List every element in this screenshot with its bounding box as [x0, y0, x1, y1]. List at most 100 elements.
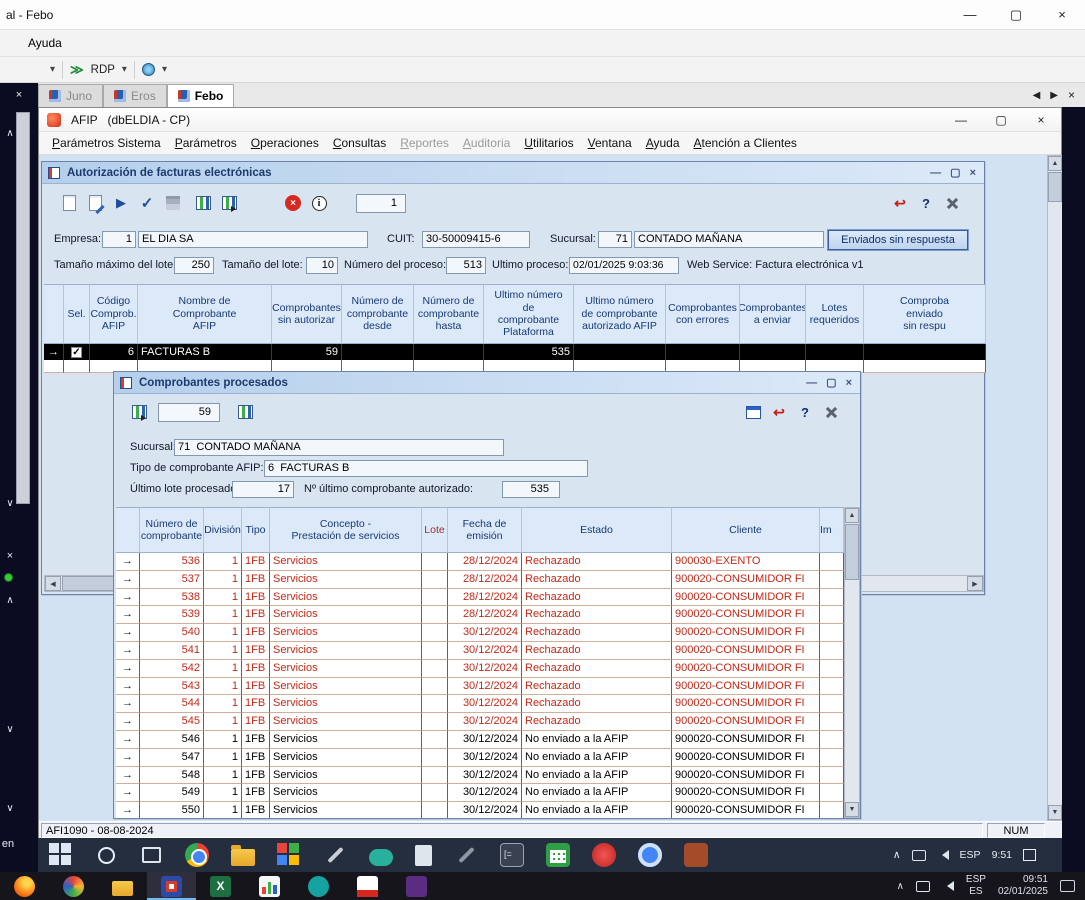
volume-icon[interactable] [942, 881, 954, 891]
host-explorer-button[interactable] [98, 872, 147, 900]
proc-sucursal-field[interactable]: 71 CONTADO MAÑANA [174, 439, 504, 456]
win-close-icon[interactable]: × [970, 168, 976, 178]
tray-chevron-icon[interactable]: ∧ [897, 881, 904, 892]
proc-col-header[interactable]: Cliente [672, 507, 820, 553]
remote-calendar-app-button[interactable] [535, 838, 581, 872]
remote-red-app-button[interactable] [581, 838, 627, 872]
proc-col-header[interactable]: División [204, 507, 242, 553]
remote-console-app-button[interactable] [489, 838, 535, 872]
auth-grid-selected-row[interactable]: →✓6FACTURAS B59535 [44, 344, 986, 360]
auth-col-header[interactable]: Comprobantes sin autorizar [272, 284, 342, 344]
proc-col-header[interactable]: Lote [422, 507, 448, 553]
remote-stylus-app-button[interactable] [443, 838, 489, 872]
afip-menu-atenci-n-a-clientes[interactable]: Atención a Clientes [687, 136, 804, 150]
scroll-down-icon[interactable]: ▼ [845, 802, 859, 817]
network-icon[interactable] [912, 850, 926, 861]
afip-menu-par-metros-sistema[interactable]: Parámetros Sistema [45, 136, 168, 150]
tab-febo[interactable]: Febo [167, 84, 235, 107]
selected-checkbox[interactable]: ✓ [71, 347, 82, 358]
auth-col-header[interactable]: Lotes requeridos [806, 284, 864, 344]
scroll-down-icon[interactable]: ▼ [1048, 805, 1062, 820]
win-maximize-icon[interactable]: ▢ [826, 378, 836, 388]
edit-button[interactable] [82, 190, 108, 216]
scrollbar-thumb[interactable] [845, 524, 859, 580]
afip-maximize-button[interactable]: ▢ [981, 108, 1021, 131]
host-clock[interactable]: 09:5102/01/2025 [998, 874, 1048, 899]
remote-clock[interactable]: 9:51 [992, 849, 1012, 861]
new-button[interactable] [56, 190, 82, 216]
auth-col-header[interactable]: Ultimo número de comprobante autorizado … [574, 284, 666, 344]
display-icon[interactable] [916, 881, 930, 892]
proc-row-550[interactable]: →55011FBServicios30/12/2024No enviado a … [116, 802, 844, 818]
auth-col-header[interactable]: Comprobantes a enviar [740, 284, 806, 344]
scrollbar-thumb[interactable] [1048, 172, 1062, 202]
tab-juno[interactable]: Juno [38, 84, 103, 107]
host-excel-button[interactable] [196, 872, 245, 900]
afip-menu-consultas[interactable]: Consultas [326, 136, 393, 150]
panel-close-icon[interactable]: × [16, 89, 22, 101]
host-mremoteng-button[interactable] [147, 872, 196, 900]
host-reader-app-button[interactable] [343, 872, 392, 900]
rdp-connect-icon[interactable]: ≫ [70, 62, 84, 78]
host-firefox-button[interactable] [0, 872, 49, 900]
proc-row-548[interactable]: →54811FBServicios30/12/2024No enviado a … [116, 767, 844, 785]
remote-chrome-button[interactable] [174, 838, 220, 872]
proc-row-547[interactable]: →54711FBServicios30/12/2024No enviado a … [116, 749, 844, 767]
proc-row-542[interactable]: →54211FBServicios30/12/2024Rechazado9000… [116, 660, 844, 678]
rdp-dropdown-icon[interactable]: ▾ [122, 64, 127, 75]
remote-taskview-button[interactable] [129, 838, 174, 872]
scroll-left-icon[interactable]: ◀ [45, 576, 61, 591]
proc-col-header[interactable]: Tipo [242, 507, 270, 553]
proc-col-header[interactable]: Concepto - Prestación de servicios [270, 507, 422, 553]
auth-col-header[interactable]: Nombre de Comprobante AFIP [138, 284, 272, 344]
comprobantes-counter-field[interactable]: 59 [158, 403, 220, 422]
remote-brown-app-button[interactable] [673, 838, 719, 872]
exit-button[interactable]: ↩ [766, 399, 792, 425]
globe-dropdown-icon[interactable]: ▾ [162, 64, 167, 75]
host-design-app-button[interactable] [49, 872, 98, 900]
tab-next-icon[interactable]: ▶ [1050, 90, 1058, 101]
remote-browser-app-button[interactable] [627, 838, 673, 872]
save-button[interactable] [160, 190, 186, 216]
win-maximize-icon[interactable]: ▢ [950, 168, 960, 178]
auth-col-header[interactable]: Número de comprobante hasta [414, 284, 484, 344]
left-panel-scrollbar[interactable] [16, 112, 30, 504]
auth-col-header[interactable]: Número de comprobante desde [342, 284, 414, 344]
host-purple-app-button[interactable] [392, 872, 441, 900]
sucursal-num-field[interactable]: 71 [598, 231, 632, 248]
auth-col-header[interactable]: Comprobantes con errores [666, 284, 740, 344]
exit-button[interactable]: ↩ [887, 190, 913, 216]
scroll-up-icon[interactable]: ▲ [1048, 156, 1062, 171]
rail-scroll-down2-icon[interactable]: ∨ [2, 724, 18, 735]
tab-close-icon[interactable]: × [1068, 88, 1075, 102]
remote-chat-app-button[interactable] [358, 838, 404, 872]
close-button[interactable]: × [1039, 0, 1085, 29]
tam-lote-field[interactable]: 10 [306, 257, 338, 274]
process-counter-field[interactable]: 1 [356, 194, 406, 213]
host-teal-app-button[interactable] [294, 872, 343, 900]
win-minimize-icon[interactable]: — [806, 378, 817, 388]
rail-close-icon[interactable]: × [2, 550, 18, 562]
proc-row-536[interactable]: →53611FBServicios28/12/2024Rechazado9000… [116, 553, 844, 571]
export-button[interactable] [126, 399, 152, 425]
notification-icon[interactable] [1060, 880, 1075, 892]
proc-row-549[interactable]: →54911FBServicios30/12/2024No enviado a … [116, 784, 844, 802]
info-button[interactable]: i [306, 190, 332, 216]
scroll-right-icon[interactable]: ▶ [967, 576, 983, 591]
proc-row-540[interactable]: →54011FBServicios30/12/2024Rechazado9000… [116, 624, 844, 642]
cuit-field[interactable]: 30-50009415-6 [422, 231, 530, 248]
host-chart-app-button[interactable] [245, 872, 294, 900]
auth-col-header[interactable]: Comproba enviado sin respu [864, 284, 986, 344]
auth-col-header[interactable]: Código Comprob. AFIP [90, 284, 138, 344]
remote-tiles-app-button[interactable] [266, 838, 312, 872]
confirm-button[interactable]: ✓ [134, 190, 160, 216]
auth-col-header[interactable]: Ultimo número de comprobante Plataforma [484, 284, 574, 344]
proc-row-539[interactable]: →53911FBServicios28/12/2024Rechazado9000… [116, 606, 844, 624]
proc-lote-field[interactable]: 17 [232, 481, 294, 498]
lotes-button[interactable] [190, 190, 216, 216]
globe-icon[interactable] [142, 63, 155, 76]
mdi-vertical-scrollbar[interactable]: ▲ ▼ [1047, 155, 1062, 821]
proc-row-545[interactable]: →54511FBServicios30/12/2024Rechazado9000… [116, 713, 844, 731]
afip-menu-utilitarios[interactable]: Utilitarios [517, 136, 580, 150]
minimize-button[interactable]: — [947, 0, 993, 29]
